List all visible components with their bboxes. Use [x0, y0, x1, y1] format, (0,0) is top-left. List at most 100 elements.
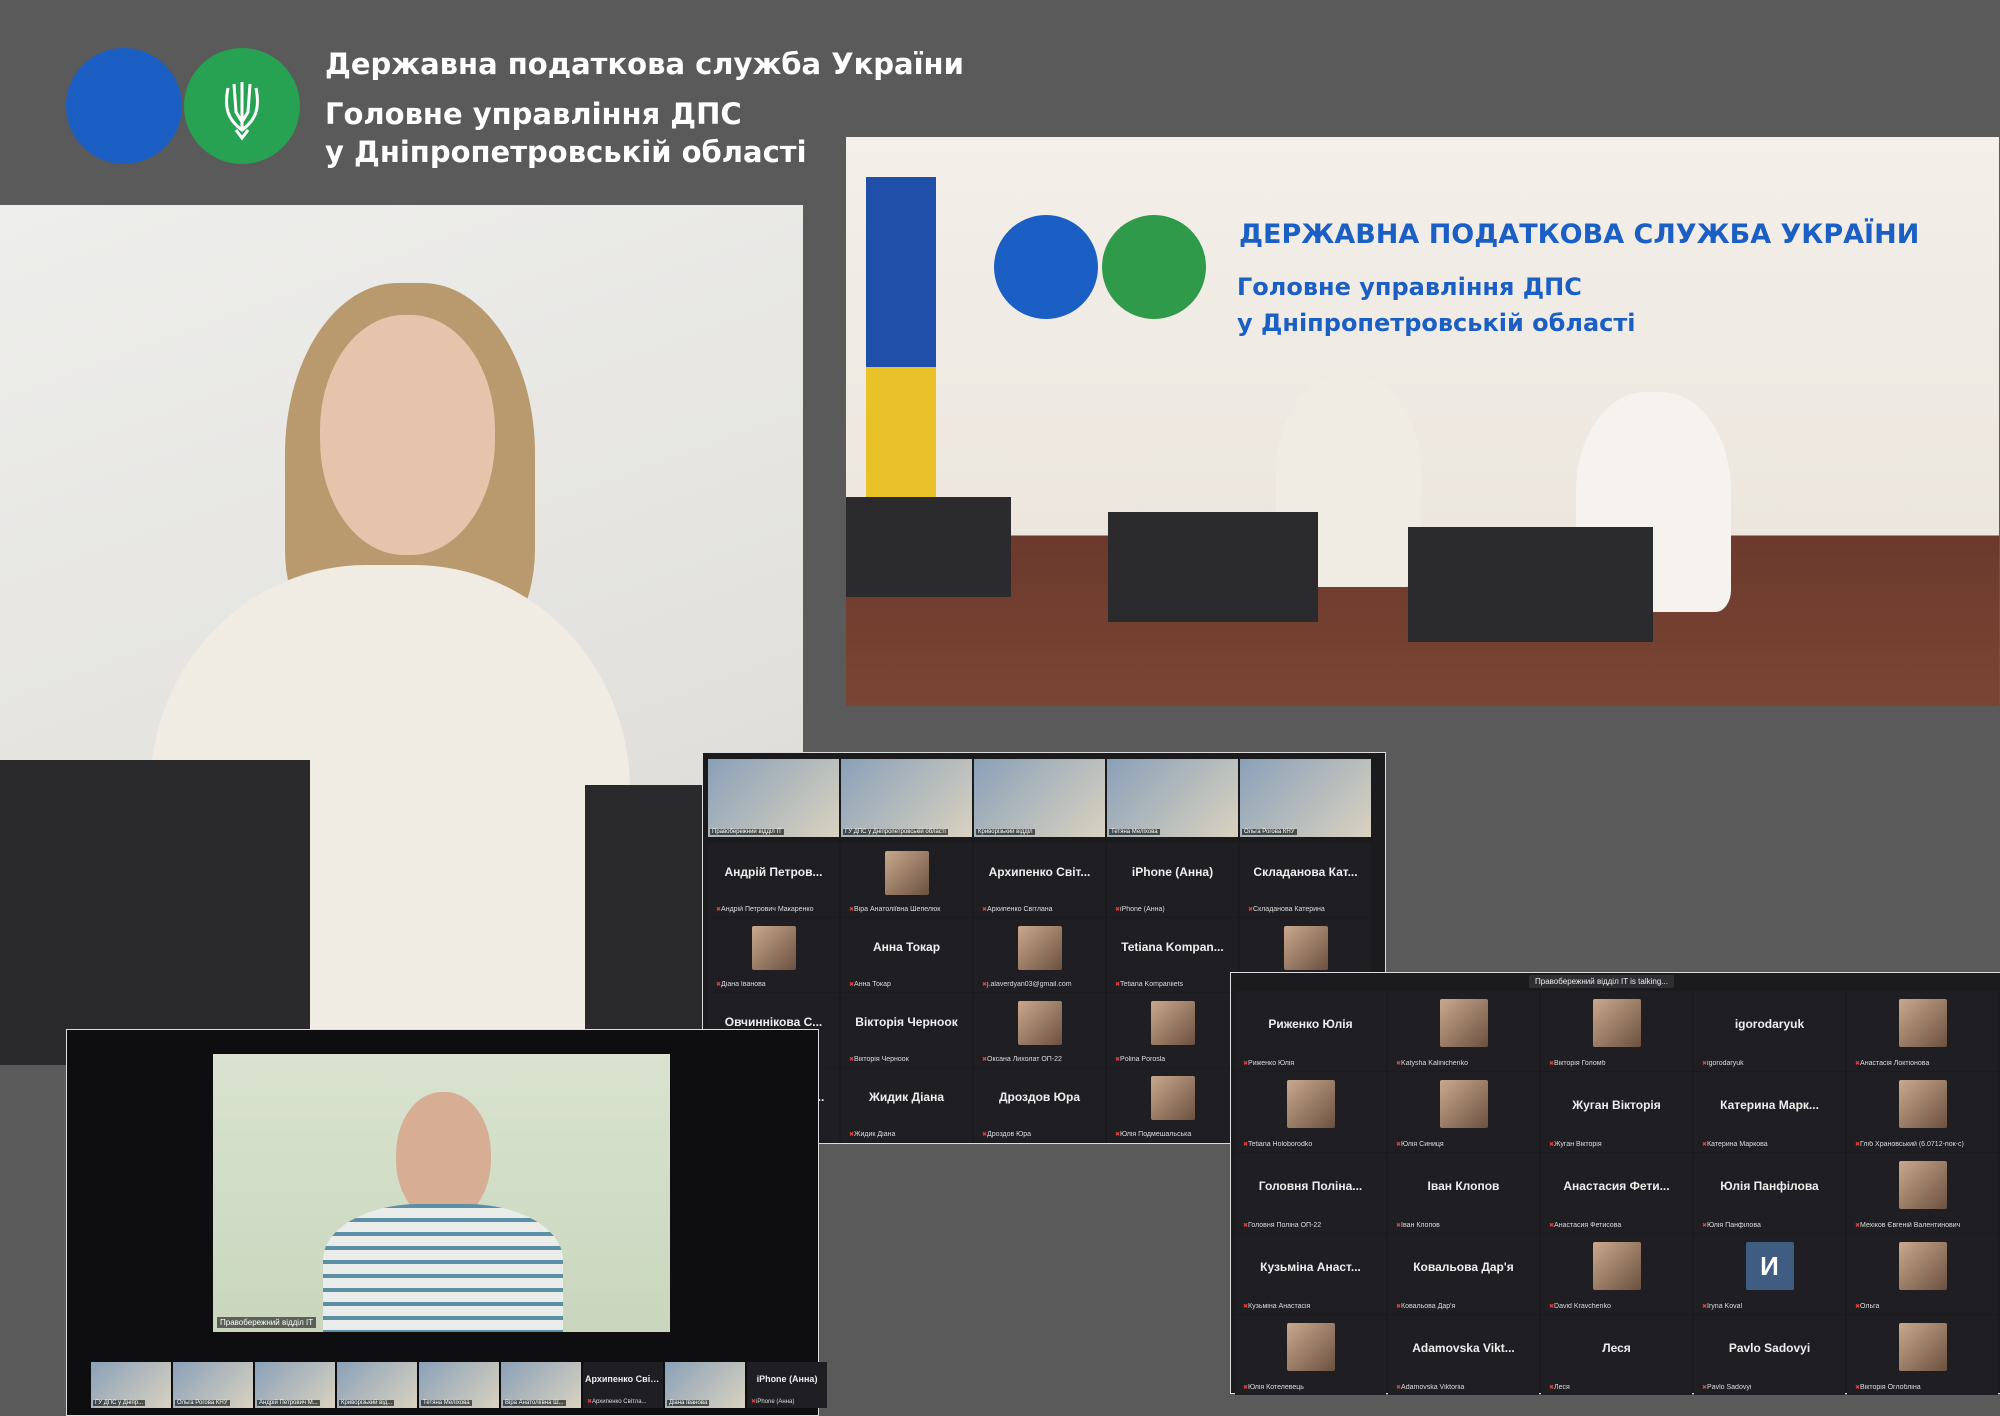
- video-thumbnail[interactable]: Тетяна Меліхова: [1107, 759, 1238, 837]
- wall-sign-line2: Головне управління ДПС: [1237, 273, 1582, 301]
- participant-label: Жуган Вікторія: [1549, 1141, 1688, 1148]
- header-title-line3: у Дніпропетровській області: [325, 135, 807, 169]
- video-thumbnail[interactable]: Криворізький відділ: [974, 759, 1105, 837]
- participant-tile[interactable]: Вікторія Оглобліна: [1847, 1315, 1998, 1395]
- participant-tile[interactable]: David Kravchenko: [1541, 1234, 1692, 1314]
- header-title-line2: Головне управління ДПС: [325, 97, 742, 131]
- participant-tile[interactable]: Анастасия Фети... Анастасия Фетисова: [1541, 1153, 1692, 1233]
- participant-name: Складанова Кат...: [1253, 865, 1358, 879]
- participant-tile[interactable]: Риженко Юлія Риженко Юлія: [1235, 991, 1386, 1071]
- participant-label: igorodaryuk: [1702, 1060, 1841, 1067]
- thumbnail-tile[interactable]: Андрій Петрович М...: [255, 1362, 335, 1408]
- participant-name: Овчиннікова С...: [724, 1015, 823, 1029]
- participant-tile[interactable]: Юлія Синиця: [1388, 1072, 1539, 1152]
- participant-tile[interactable]: Анастасія Локтіонова: [1847, 991, 1998, 1071]
- thumbnail-tile[interactable]: Архипенко Світ... Архипенко Світла...: [583, 1362, 663, 1408]
- participant-avatar: [1150, 1076, 1195, 1120]
- participant-tile[interactable]: Polina Porosla: [1107, 993, 1238, 1067]
- participant-tile[interactable]: igorodaryuk igorodaryuk: [1694, 991, 1845, 1071]
- participant-tile[interactable]: Вікторія Черноок Вікторія Черноок: [841, 993, 972, 1067]
- participant-name: Катерина Марк...: [1720, 1098, 1819, 1112]
- participant-label: Вікторія Голомб: [1549, 1060, 1688, 1067]
- thumbnail-tile[interactable]: Віра Анатоліївна Ш...: [501, 1362, 581, 1408]
- thumbnail-tile[interactable]: iPhone (Анна) iPhone (Анна): [747, 1362, 827, 1408]
- video-thumbnail-label: Тетяна Меліхова: [1109, 829, 1160, 835]
- thumbnail-tile[interactable]: Тетяна Меліхова: [419, 1362, 499, 1408]
- participant-label: Polina Porosla: [1115, 1056, 1234, 1063]
- participant-tile[interactable]: Віра Анатоліївна Шепелюк: [841, 843, 972, 917]
- video-thumbnail[interactable]: Правобережний відділ IT: [708, 759, 839, 837]
- thumbnail-tile[interactable]: Ольга Рогова КНУ: [173, 1362, 253, 1408]
- thumbnail-label: Тетяна Меліхова: [421, 1400, 472, 1406]
- participant-name: Головня Поліна...: [1258, 1179, 1363, 1193]
- participant-tile[interactable]: Tetiana Kompan... Tetiana Kompaniiets: [1107, 918, 1238, 992]
- participant-tile[interactable]: j.alaverdyan03@gmail.com: [974, 918, 1105, 992]
- thumbnail-tile[interactable]: Діана Іванова: [665, 1362, 745, 1408]
- participant-tile[interactable]: Катерина Марк... Катерина Маркова: [1694, 1072, 1845, 1152]
- thumbnail-label: Архипенко Світла...: [587, 1398, 661, 1405]
- participant-label: David Kravchenko: [1549, 1303, 1688, 1310]
- participant-tile[interactable]: Tetiana Holoborodko: [1235, 1072, 1386, 1152]
- participant-name: Андрій Петров...: [724, 865, 823, 879]
- participant-tile[interactable]: Вікторія Голомб: [1541, 991, 1692, 1071]
- participant-tile[interactable]: Юлія Котелевець: [1235, 1315, 1386, 1395]
- thumbnail-name: Архипенко Світ...: [585, 1374, 661, 1384]
- sign-logo-green: [1102, 215, 1206, 319]
- participant-label: Iryna Koval: [1702, 1303, 1841, 1310]
- participant-tile[interactable]: Дроздов Юра Дроздов Юра: [974, 1068, 1105, 1142]
- video-thumbnail-label: Правобережний відділ IT: [710, 829, 784, 835]
- participant-label: Катерина Маркова: [1702, 1141, 1841, 1148]
- participant-tile[interactable]: Кузьміна Анаст... Кузьміна Анастасія: [1235, 1234, 1386, 1314]
- participant-avatar: [1017, 1001, 1062, 1045]
- logo-blue-circle: [66, 48, 182, 164]
- participant-tile[interactable]: Складанова Кат... Складанова Катерина: [1240, 843, 1371, 917]
- participant-tile[interactable]: Анна Токар Анна Токар: [841, 918, 972, 992]
- participant-tile[interactable]: Ковальова Дар'я Ковальова Дар'я: [1388, 1234, 1539, 1314]
- participant-label: Леся: [1549, 1384, 1688, 1391]
- thumbnail-label: ГУ ДПС у Дніпр...: [93, 1400, 146, 1406]
- participant-label: Анастасия Фетисова: [1549, 1222, 1688, 1229]
- speaker-video-panel: Правобережний відділ IT ГУ ДПС у Дніпр..…: [66, 1029, 827, 1416]
- participant-name: Анастасия Фети...: [1563, 1179, 1670, 1193]
- participant-label: Tetiana Holoborodko: [1243, 1141, 1382, 1148]
- video-thumbnail-label: ГУ ДПС у Дніпропетровській області: [843, 829, 948, 835]
- participant-tile[interactable]: Іван Клопов Іван Клопов: [1388, 1153, 1539, 1233]
- participant-tile[interactable]: Андрій Петров... Андрій Петрович Макаренк…: [708, 843, 839, 917]
- participant-label: Ковальова Дар'я: [1396, 1303, 1535, 1310]
- participant-tile[interactable]: Жидик Діана Жидик Діана: [841, 1068, 972, 1142]
- participant-tile[interactable]: Ольга: [1847, 1234, 1998, 1314]
- thumbnail-label: Ольга Рогова КНУ: [175, 1400, 230, 1406]
- participant-name: Вікторія Черноок: [855, 1015, 958, 1029]
- participant-tile[interactable]: Adamovska Vikt... Adamovska Viktoriia: [1388, 1315, 1539, 1395]
- participant-tile[interactable]: Pavlo Sadovyi Pavlo Sadovyi: [1694, 1315, 1845, 1395]
- participant-label: Ольга: [1855, 1303, 1994, 1310]
- participant-tile[interactable]: И Iryna Koval: [1694, 1234, 1845, 1314]
- participant-tile[interactable]: iPhone (Анна) iPhone (Анна): [1107, 843, 1238, 917]
- participant-tile[interactable]: Головня Поліна... Головня Поліна ОП-22: [1235, 1153, 1386, 1233]
- participant-tile[interactable]: Katysha Kalinichenko: [1388, 991, 1539, 1071]
- participant-tile[interactable]: Юлія Панфілова Юлія Панфілова: [1694, 1153, 1845, 1233]
- participant-name: Pavlo Sadovyi: [1728, 1341, 1811, 1355]
- thumbnail-tile[interactable]: ГУ ДПС у Дніпр...: [91, 1362, 171, 1408]
- participant-tile[interactable]: Жуган Вікторія Жуган Вікторія: [1541, 1072, 1692, 1152]
- participant-name: Леся: [1602, 1341, 1631, 1355]
- participant-label: Риженко Юлія: [1243, 1060, 1382, 1067]
- participant-tile[interactable]: Гліб Храновський (6.0712-пок-с): [1847, 1072, 1998, 1152]
- participant-tile[interactable]: Архипенко Світ... Архипенко Світлана: [974, 843, 1105, 917]
- video-thumbnail[interactable]: ГУ ДПС у Дніпропетровській області: [841, 759, 972, 837]
- video-call-grid-2: Правобережний відділ IT is talking... Ри…: [1230, 972, 2000, 1395]
- participant-name: Риженко Юлія: [1268, 1017, 1353, 1031]
- participant-tile[interactable]: Юлія Подмешальська: [1107, 1068, 1238, 1142]
- participant-label: Вікторія Черноок: [849, 1056, 968, 1063]
- participant-tile[interactable]: Мехіков Євгеній Валентинович: [1847, 1153, 1998, 1233]
- participant-label: Вікторія Оглобліна: [1855, 1384, 1994, 1391]
- speaker-video[interactable]: Правобережний відділ IT: [213, 1054, 670, 1332]
- participant-avatar: [1898, 999, 1947, 1047]
- participant-tile[interactable]: Леся Леся: [1541, 1315, 1692, 1395]
- thumbnail-tile[interactable]: Криворізький від...: [337, 1362, 417, 1408]
- participant-label: Гліб Храновський (6.0712-пок-с): [1855, 1141, 1994, 1148]
- participant-tile[interactable]: Оксана Лихолат ОП-22: [974, 993, 1105, 1067]
- video-thumbnail[interactable]: Ольга Рогова КНУ: [1240, 759, 1371, 837]
- participant-avatar: [1283, 926, 1328, 970]
- participant-tile[interactable]: Діана Іванова: [708, 918, 839, 992]
